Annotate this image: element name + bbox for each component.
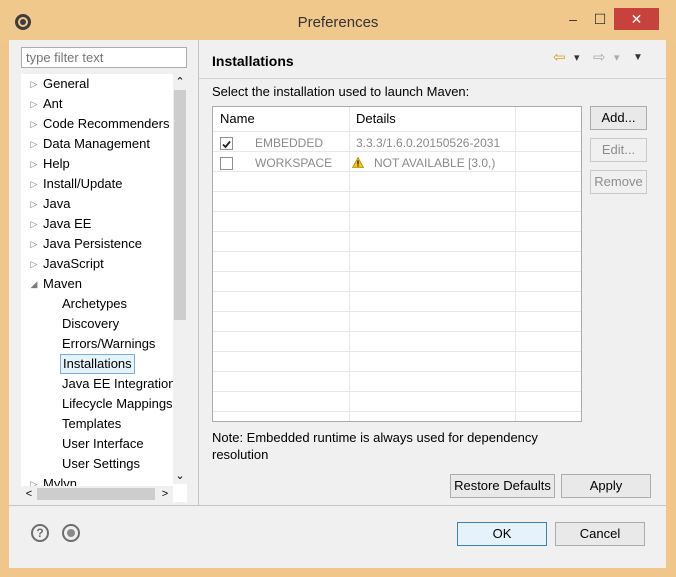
tree-item-label: Errors/Warnings <box>62 336 156 351</box>
expand-arrow-icon[interactable]: ▷ <box>29 214 39 234</box>
row-gridline <box>213 191 581 192</box>
row-details: NOT AVAILABLE [3.0,) <box>374 156 496 170</box>
preference-nav-panel: ▷ General ▷ Ant ▷ Code Recommenders ▷ Data Mana… <box>9 40 198 505</box>
installations-page: Installations ⇦ ▾ ⇨ ▾ ▼ Select the insta… <box>199 40 666 505</box>
workspace-checkbox[interactable] <box>220 157 233 170</box>
tree-horizontal-scrollbar[interactable]: < > <box>21 486 173 502</box>
row-gridline <box>213 311 581 312</box>
tree-item-label: Maven <box>43 276 83 291</box>
description-label: Select the installation used to launch M… <box>212 84 470 99</box>
tree-item-label: Java EE Integration <box>62 376 176 391</box>
remove-button[interactable]: Remove <box>590 170 647 194</box>
row-gridline <box>213 211 581 212</box>
dialog-client-area: ▷ General ▷ Ant ▷ Code Recommenders ▷ Data Mana… <box>9 40 666 568</box>
tree-item-label: User Settings <box>62 456 141 471</box>
row-gridline <box>213 411 581 412</box>
row-gridline <box>213 231 581 232</box>
row-gridline <box>213 351 581 352</box>
expand-arrow-icon[interactable]: ▷ <box>29 94 39 114</box>
horizontal-scroll-thumb[interactable] <box>37 488 155 500</box>
ok-button[interactable]: OK <box>457 522 547 546</box>
tree-item-label: Help <box>43 156 70 171</box>
column-divider <box>349 107 350 421</box>
row-gridline <box>213 251 581 252</box>
tree-item-label: User Interface <box>62 436 144 451</box>
back-history-dropdown-icon[interactable]: ▾ <box>574 51 584 65</box>
footer-separator <box>9 505 666 506</box>
expand-arrow-icon[interactable]: ▷ <box>29 74 39 94</box>
tree-item-label: Ant <box>43 96 63 111</box>
scroll-down-arrow-icon[interactable]: ⌄ <box>173 468 187 484</box>
row-gridline <box>213 131 581 132</box>
tree-item-label: Lifecycle Mappings <box>62 396 173 411</box>
expand-arrow-icon[interactable]: ▷ <box>29 174 39 194</box>
add-button[interactable]: Add... <box>590 106 647 130</box>
row-gridline <box>213 331 581 332</box>
page-title: Installations <box>212 53 294 69</box>
embedded-checkbox[interactable] <box>220 137 233 150</box>
preference-tree: ▷ General ▷ Ant ▷ Code Recommenders ▷ Data Mana… <box>21 74 187 502</box>
edit-button[interactable]: Edit... <box>590 138 647 162</box>
expand-arrow-icon[interactable]: ▷ <box>29 114 39 134</box>
column-divider <box>515 107 516 421</box>
maximize-button[interactable]: ☐ <box>584 8 616 30</box>
cancel-button[interactable]: Cancel <box>555 522 645 546</box>
scroll-left-arrow-icon[interactable]: < <box>21 486 37 502</box>
tree-item-label: JavaScript <box>43 256 104 271</box>
help-icon[interactable]: ? <box>31 524 49 542</box>
row-name: WORKSPACE <box>255 156 333 170</box>
tree-item-label: Code Recommenders <box>43 116 170 131</box>
row-gridline <box>213 371 581 372</box>
vertical-scroll-thumb[interactable] <box>174 90 186 320</box>
row-gridline <box>213 271 581 272</box>
oomph-record-icon[interactable] <box>62 524 80 542</box>
expand-arrow-icon[interactable]: ▷ <box>29 254 39 274</box>
tree-item-label: Install/Update <box>43 176 123 191</box>
expand-arrow-icon[interactable]: ▷ <box>29 134 39 154</box>
forward-history-dropdown-icon[interactable]: ▾ <box>614 51 624 65</box>
collapse-arrow-icon[interactable]: ◢ <box>29 274 39 294</box>
row-details: 3.3.3/1.6.0.20150526-2031 <box>356 136 501 150</box>
back-arrow-icon[interactable]: ⇦ <box>553 50 569 66</box>
header-separator <box>199 78 666 79</box>
preferences-window: Preferences – ☐ ✕ ▷ General ▷ Ant ▷ Code Reco… <box>0 0 676 577</box>
restore-defaults-button[interactable]: Restore Defaults <box>450 474 555 498</box>
tree-item-label: Java Persistence <box>43 236 142 251</box>
expand-arrow-icon[interactable]: ▷ <box>29 154 39 174</box>
tree-item-label: Templates <box>62 416 122 431</box>
installations-table: Name Details EMBEDDED 3.3.3/1.6.0.201505… <box>212 106 582 422</box>
close-button[interactable]: ✕ <box>614 8 659 30</box>
title-bar: Preferences – ☐ ✕ <box>0 0 676 42</box>
row-name: EMBEDDED <box>255 136 324 150</box>
filter-input[interactable] <box>21 47 187 68</box>
forward-arrow-icon[interactable]: ⇨ <box>593 50 609 66</box>
scroll-right-arrow-icon[interactable]: > <box>157 486 173 502</box>
apply-button[interactable]: Apply <box>561 474 651 498</box>
column-header-name[interactable]: Name <box>213 107 349 131</box>
tree-item-label: Archetypes <box>62 296 128 311</box>
warning-icon <box>352 157 364 168</box>
tree-item-label: Data Management <box>43 136 150 151</box>
tree-vertical-scrollbar[interactable]: ⌃ ⌄ <box>173 74 187 484</box>
tree-item-label: Installations <box>60 354 135 374</box>
column-header-details[interactable]: Details <box>349 107 515 131</box>
note-label: Note: Embedded runtime is always used fo… <box>212 430 538 462</box>
tree-item-label: Java EE <box>43 216 92 231</box>
scroll-up-arrow-icon[interactable]: ⌃ <box>173 74 187 90</box>
row-gridline <box>213 391 581 392</box>
checkmark-icon <box>222 140 231 149</box>
expand-arrow-icon[interactable]: ▷ <box>29 234 39 254</box>
tree-item-label: Java <box>43 196 71 211</box>
view-menu-icon[interactable]: ▼ <box>633 52 645 66</box>
tree-item-label: General <box>43 76 90 91</box>
tree-item-label: Discovery <box>62 316 120 331</box>
row-gridline <box>213 291 581 292</box>
expand-arrow-icon[interactable]: ▷ <box>29 194 39 214</box>
